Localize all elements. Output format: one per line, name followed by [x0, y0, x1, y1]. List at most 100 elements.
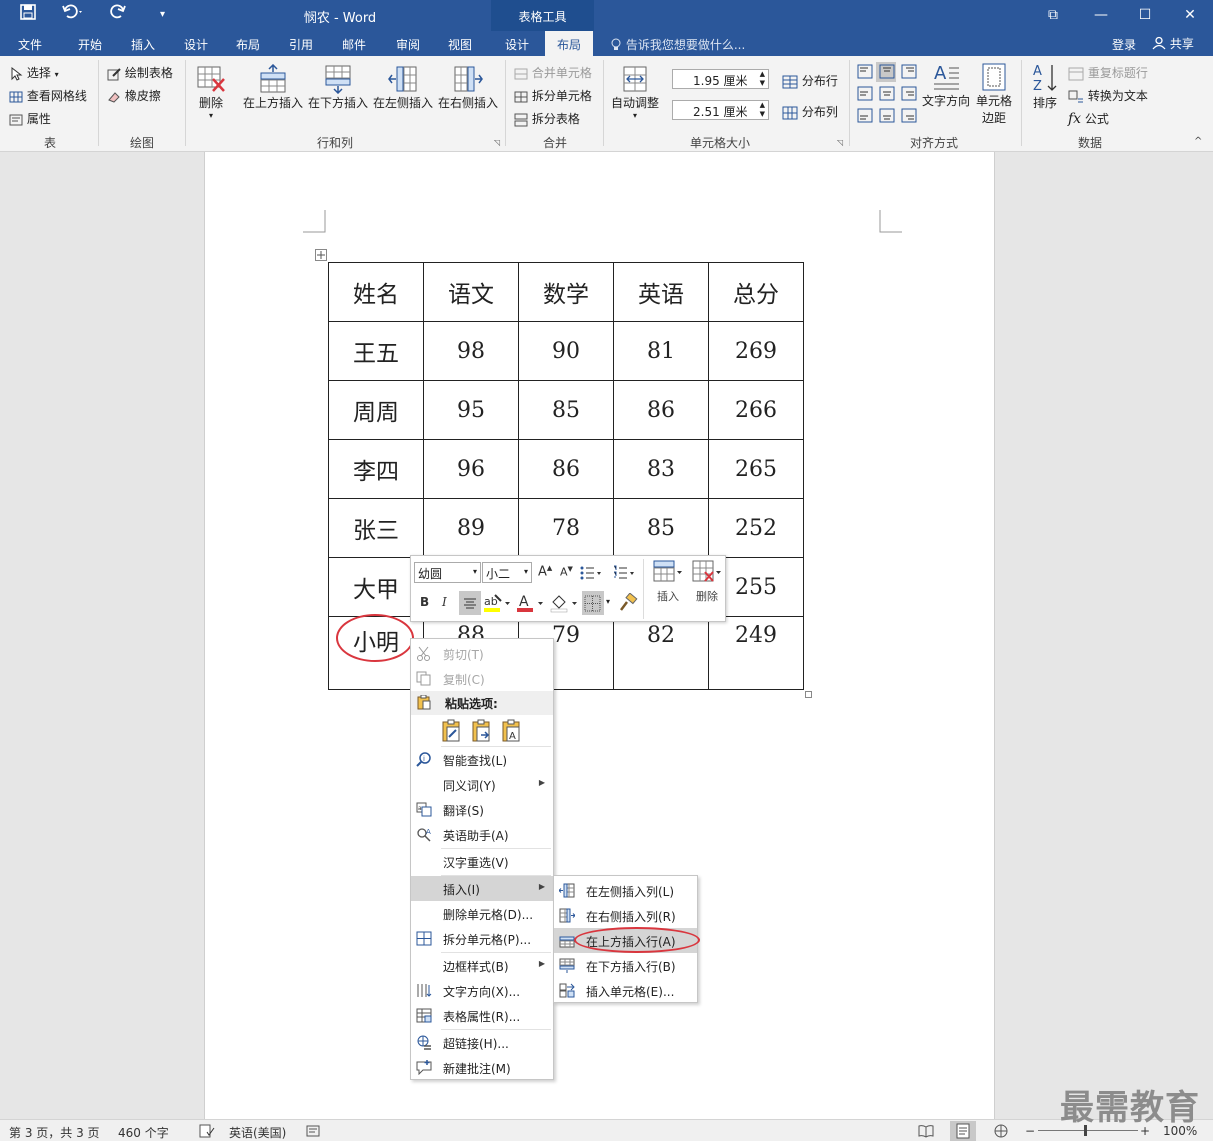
submenu-item-insert-row-below[interactable]: 在下方插入行(B)	[554, 953, 697, 978]
table-cell[interactable]: 86	[613, 380, 709, 440]
view-gridlines-button[interactable]: 查看网格线	[9, 87, 87, 104]
table-cell[interactable]: 李四	[328, 439, 424, 499]
table-cell[interactable]: 语文	[423, 262, 519, 322]
menu-item-new-comment[interactable]: 新建批注(M)	[411, 1055, 553, 1080]
menu-item-smart-lookup[interactable]: i 智能查找(L)	[411, 747, 553, 772]
sign-in-link[interactable]: 登录	[1112, 36, 1136, 53]
table-cell[interactable]: 89	[423, 498, 519, 558]
table-cell[interactable]: 81	[613, 321, 709, 381]
table-cell[interactable]: 85	[518, 380, 614, 440]
table-cell[interactable]: 96	[423, 439, 519, 499]
table-cell[interactable]: 总分	[708, 262, 804, 322]
bullets-icon[interactable]	[580, 565, 602, 581]
split-cells-button[interactable]: 拆分单元格	[514, 87, 592, 104]
font-color-icon[interactable]: A	[516, 592, 546, 614]
shading-icon[interactable]	[550, 592, 580, 614]
zoom-out-icon[interactable]: −	[1025, 1124, 1035, 1138]
tab-view[interactable]: 视图	[448, 36, 472, 53]
text-direction-button[interactable]: A 文字方向	[921, 62, 971, 109]
draw-table-button[interactable]: 绘制表格	[107, 64, 173, 81]
read-mode-icon[interactable]	[918, 1124, 934, 1138]
column-width-input[interactable]: 2.51 厘米 ▲ ▼	[672, 100, 769, 120]
tell-me-search[interactable]: 告诉我您想要做什么...	[610, 36, 745, 53]
table-cell[interactable]: 王五	[328, 321, 424, 381]
menu-item-synonyms[interactable]: 同义词(Y) ▶	[411, 772, 553, 797]
table-cell[interactable]: 85	[613, 498, 709, 558]
menu-item-insert[interactable]: 插入(I) ▶	[411, 876, 553, 901]
highlight-color-icon[interactable]: ab	[483, 592, 513, 614]
sort-button[interactable]: AZ 排序	[1028, 62, 1062, 111]
macro-recording-icon[interactable]	[306, 1124, 320, 1138]
tab-home[interactable]: 开始	[78, 36, 102, 53]
mini-delete-button[interactable]: 删除	[689, 559, 725, 604]
distribute-columns-button[interactable]: 分布列	[782, 103, 838, 120]
split-table-button[interactable]: 拆分表格	[514, 110, 580, 127]
menu-item-split-cells[interactable]: 拆分单元格(P)...	[411, 926, 553, 951]
proofing-icon[interactable]	[199, 1124, 215, 1138]
tab-table-layout[interactable]: 布局	[545, 31, 594, 56]
submenu-item-insert-cells[interactable]: 插入单元格(E)...	[554, 978, 697, 1003]
table-cell[interactable]: 252	[708, 498, 804, 558]
word-count[interactable]: 460 个字	[118, 1124, 169, 1141]
tab-review[interactable]: 审阅	[396, 36, 420, 53]
language-indicator[interactable]: 英语(美国)	[229, 1124, 286, 1141]
menu-item-table-properties[interactable]: 表格属性(R)...	[411, 1003, 553, 1028]
table-cell[interactable]: 张三	[328, 498, 424, 558]
menu-item-text-direction[interactable]: 文字方向(X)...	[411, 978, 553, 1003]
format-painter-icon[interactable]	[618, 593, 638, 613]
table-cell[interactable]: 数学	[518, 262, 614, 322]
table-resize-handle[interactable]	[805, 691, 812, 698]
insert-left-button[interactable]: 在左侧插入	[373, 64, 433, 111]
menu-item-delete-cells[interactable]: 删除单元格(D)...	[411, 901, 553, 926]
minimize-button[interactable]: —	[1078, 0, 1124, 31]
table-cell[interactable]: 95	[423, 380, 519, 440]
merge-cells-button[interactable]: 合并单元格	[514, 64, 592, 81]
spinner-arrows-icon[interactable]: ▲ ▼	[760, 101, 765, 119]
spinner-arrows-icon[interactable]: ▲ ▼	[760, 70, 765, 88]
formula-button[interactable]: fx 公式	[1068, 110, 1109, 127]
table-cell[interactable]: 周周	[328, 380, 424, 440]
numbering-icon[interactable]	[613, 565, 635, 581]
row-height-input[interactable]: 1.95 厘米 ▲ ▼	[672, 69, 769, 89]
font-size-combo[interactable]: 小二 ▾	[482, 562, 532, 583]
properties-button[interactable]: 属性	[9, 110, 51, 127]
menu-item-copy[interactable]: 复制(C)	[411, 666, 553, 691]
paste-merge-formatting-icon[interactable]	[472, 719, 494, 743]
paste-text-only-icon[interactable]: A	[502, 719, 524, 743]
share-button[interactable]: 共享	[1152, 35, 1194, 52]
menu-item-hyperlink[interactable]: 超链接(H)...	[411, 1030, 553, 1055]
tab-layout[interactable]: 布局	[236, 36, 260, 53]
table-cell[interactable]: 姓名	[328, 262, 424, 322]
insert-right-button[interactable]: 在右侧插入	[438, 64, 498, 111]
distribute-rows-button[interactable]: 分布行	[782, 72, 838, 89]
select-button[interactable]: 选择 ▾	[9, 64, 59, 81]
menu-item-translate[interactable]: a 翻译(S)	[411, 797, 553, 822]
table-cell[interactable]: 83	[613, 439, 709, 499]
dialog-launcher-icon[interactable]: ◹	[494, 138, 500, 147]
menu-item-border-styles[interactable]: 边框样式(B) ▶	[411, 953, 553, 978]
ribbon-display-options-button[interactable]: ⧉	[1030, 0, 1076, 31]
paste-keep-formatting-icon[interactable]	[442, 719, 464, 743]
table-cell[interactable]: 249	[708, 616, 804, 690]
tab-design[interactable]: 设计	[184, 36, 208, 53]
cell-margins-button[interactable]: 单元格 边距	[974, 62, 1014, 126]
font-name-combo[interactable]: 幼圆 ▾	[414, 562, 481, 583]
repeat-header-rows-button[interactable]: 重复标题行	[1068, 64, 1148, 81]
convert-to-text-button[interactable]: 转换为文本	[1068, 87, 1148, 104]
eraser-button[interactable]: 橡皮擦	[107, 87, 161, 104]
table-cell[interactable]: 266	[708, 380, 804, 440]
web-layout-icon[interactable]	[993, 1124, 1009, 1138]
center-align-button[interactable]	[459, 591, 481, 615]
grow-font-icon[interactable]: A▲	[538, 564, 552, 579]
submenu-item-insert-right-column[interactable]: 在右侧插入列(R)	[554, 903, 697, 928]
menu-item-hanzi-reselect[interactable]: 汉字重选(V)	[411, 849, 553, 874]
table-cell[interactable]: 265	[708, 439, 804, 499]
tab-file[interactable]: 文件	[18, 36, 42, 53]
italic-icon[interactable]: I	[442, 595, 447, 609]
dialog-launcher-icon[interactable]: ◹	[837, 138, 843, 147]
tab-insert[interactable]: 插入	[131, 36, 155, 53]
table-cell[interactable]: 82	[613, 616, 709, 690]
table-cell[interactable]: 78	[518, 498, 614, 558]
autofit-button[interactable]: 自动调整 ▾	[609, 64, 661, 120]
mini-insert-button[interactable]: 插入	[650, 559, 686, 604]
